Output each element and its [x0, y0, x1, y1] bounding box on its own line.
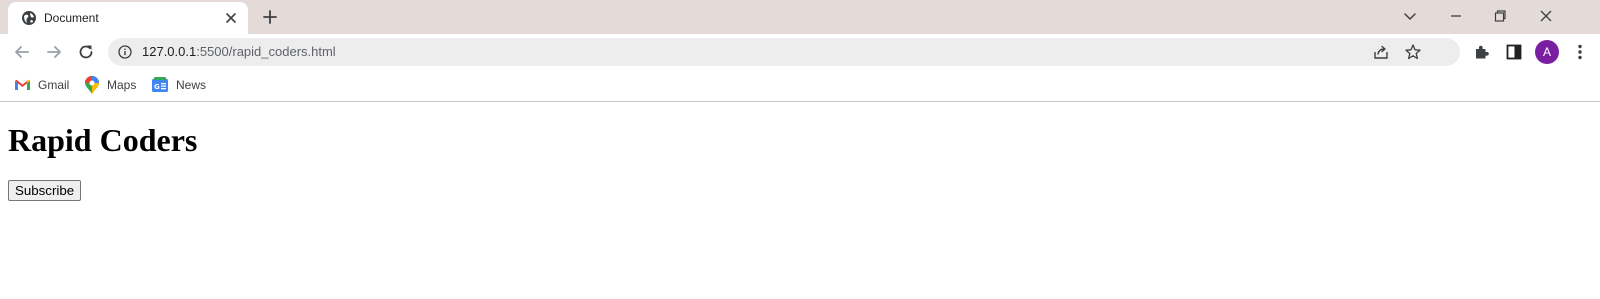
side-panel-icon[interactable]	[1504, 42, 1524, 62]
bookmarks-bar: Gmail Maps G News	[0, 69, 1600, 102]
maps-icon	[85, 76, 99, 94]
close-tab-icon[interactable]	[224, 11, 238, 25]
minimize-icon[interactable]	[1446, 6, 1466, 26]
new-tab-icon[interactable]	[262, 9, 278, 25]
extensions-puzzle-icon[interactable]	[1472, 42, 1492, 62]
bookmark-label: Gmail	[38, 78, 70, 92]
bookmark-news[interactable]: G News	[152, 75, 206, 95]
tab-title: Document	[44, 11, 99, 25]
reload-icon[interactable]	[76, 42, 96, 62]
browser-window: Document 127.0.0.1:5500/rapid_coders.htm…	[0, 0, 1600, 299]
tab-document[interactable]: Document	[8, 2, 248, 34]
globe-icon	[22, 11, 36, 25]
page-title: Rapid Coders	[8, 122, 198, 158]
url-host: 127.0.0.1	[142, 44, 197, 59]
subscribe-button[interactable]: Subscribe	[8, 180, 82, 201]
more-menu-icon[interactable]	[1570, 42, 1590, 62]
bookmark-label: News	[176, 78, 207, 92]
page-content: Rapid Coders Subscribe	[0, 102, 1600, 299]
gmail-icon	[15, 79, 30, 90]
back-arrow-icon[interactable]	[12, 42, 32, 62]
svg-text:G: G	[154, 83, 160, 91]
bookmark-star-icon[interactable]	[1404, 43, 1422, 61]
url-text[interactable]: 127.0.0.1:5500/rapid_coders.html	[142, 44, 336, 59]
share-icon[interactable]	[1372, 43, 1390, 61]
browser-toolbar: 127.0.0.1:5500/rapid_coders.html	[0, 34, 1600, 69]
bookmark-gmail[interactable]: Gmail	[15, 75, 69, 95]
news-icon: G	[152, 77, 168, 92]
tab-search-chevron-icon[interactable]	[1400, 6, 1420, 26]
close-window-icon[interactable]	[1536, 6, 1556, 26]
tab-strip: Document	[0, 0, 1600, 34]
bookmark-maps[interactable]: Maps	[85, 75, 136, 95]
site-info-icon[interactable]	[118, 45, 132, 59]
profile-avatar[interactable]: A	[1535, 40, 1559, 64]
forward-arrow-icon[interactable]	[44, 42, 64, 62]
restore-icon[interactable]	[1490, 6, 1510, 26]
url-path: :5500/rapid_coders.html	[196, 44, 336, 59]
address-bar[interactable]: 127.0.0.1:5500/rapid_coders.html	[108, 38, 1460, 66]
bookmark-label: Maps	[107, 78, 137, 92]
